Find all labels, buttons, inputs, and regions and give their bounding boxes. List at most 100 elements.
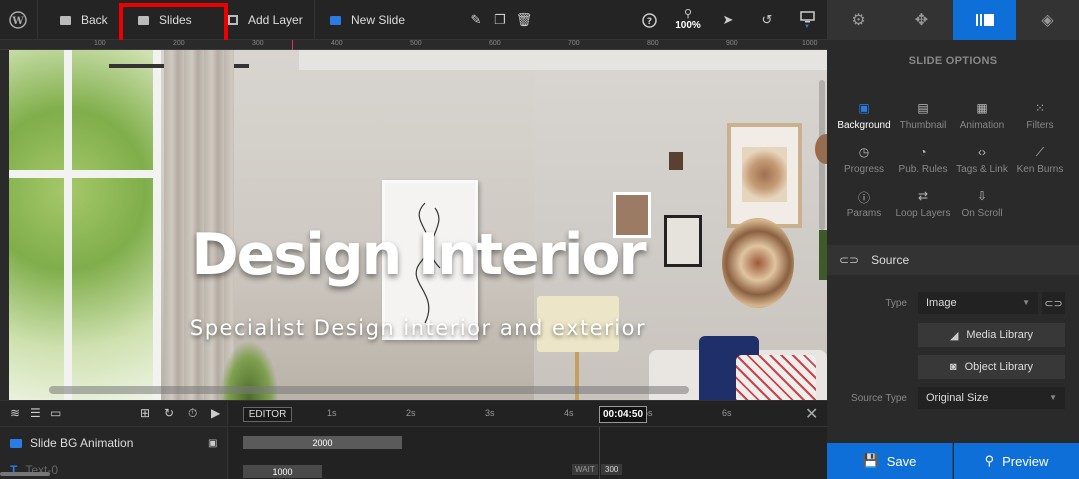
desktop-view-icon[interactable]: ▼: [798, 0, 816, 40]
close-icon[interactable]: ✕: [805, 404, 818, 424]
time-label: 1s: [327, 408, 337, 418]
clock-icon: ◔: [919, 145, 927, 159]
svg-text:W: W: [11, 16, 24, 27]
bg-animation-bar[interactable]: 2000: [243, 436, 402, 449]
link-icon: ⊂⊃: [1044, 297, 1063, 310]
panel-title: SLIDE OPTIONS: [908, 55, 998, 67]
source-type-label: Source Type: [851, 393, 907, 404]
option-params[interactable]: ⓘ Params: [834, 189, 894, 219]
option-loop-layers[interactable]: ⇄ Loop Layers: [893, 189, 953, 219]
media-icon: ◢: [949, 329, 959, 342]
editor-tag[interactable]: EDITOR: [243, 407, 292, 422]
option-progress[interactable]: ◷ Progress: [834, 145, 894, 175]
navigation-icon[interactable]: ✥: [890, 0, 953, 40]
timeline-panel: ≋ ☰ ▭ ⊞ ↻ ⏱ ▶ EDITOR 1s 2s 3s 4s 5s 6s 0…: [0, 400, 827, 479]
object-library-button[interactable]: ◙ Object Library: [918, 355, 1065, 379]
slide-options-tab-icon[interactable]: [953, 0, 1016, 40]
option-tags-link[interactable]: ‹› Tags & Link: [952, 145, 1012, 175]
text-animation-bar[interactable]: 1000: [243, 465, 322, 478]
playhead[interactable]: [599, 427, 600, 479]
undo-icon[interactable]: ↺: [758, 0, 776, 40]
ruler-tick: 1000: [802, 40, 818, 47]
option-ken-burns[interactable]: ⟋ Ken Burns: [1010, 145, 1070, 175]
vertical-ruler: [0, 50, 9, 400]
edit-pencil-icon[interactable]: ✎: [468, 0, 484, 40]
timeline-row-bg[interactable]: Slide BG Animation: [10, 436, 133, 450]
ruler-tick: 400: [331, 40, 343, 47]
slide-subtitle-layer[interactable]: Specialist Design interior and exterior: [9, 316, 827, 340]
type-select[interactable]: Image ▼: [918, 292, 1038, 314]
slide-title-layer[interactable]: Design Interior: [9, 222, 827, 288]
time-label: 2s: [406, 408, 416, 418]
back-label: Back: [81, 13, 108, 27]
camera-icon: ◙: [949, 361, 957, 373]
slide-bg-icon: [10, 438, 22, 448]
link-button[interactable]: ⊂⊃: [1042, 292, 1065, 314]
canvas-horizontal-scrollbar[interactable]: [49, 386, 689, 394]
ruler-tick: 500: [410, 40, 422, 47]
timeline-scrollbar[interactable]: [0, 472, 50, 476]
timer-icon: ◷: [858, 145, 870, 159]
slides-grid-icon: [60, 15, 71, 25]
option-on-scroll[interactable]: ⇩ On Scroll: [952, 189, 1012, 219]
type-label: Type: [885, 298, 907, 309]
add-layer-button[interactable]: Add Layer: [228, 0, 303, 40]
cursor-icon[interactable]: ➤: [720, 0, 736, 40]
timecode-display[interactable]: 00:04:50: [599, 406, 647, 423]
ruler-tick: 800: [647, 40, 659, 47]
small-frame: [669, 152, 683, 170]
wait-value[interactable]: 300: [601, 464, 623, 475]
ruler-tick: 700: [568, 40, 580, 47]
pillow: [736, 355, 816, 400]
right-panel: ⚙ ✥ ◈ SLIDE OPTIONS ▣ Background ▤ Thumbna…: [827, 0, 1079, 479]
zoom-control[interactable]: ⚲ 100%: [674, 0, 702, 40]
save-icon: 💾: [862, 453, 879, 468]
option-filters[interactable]: ⁙ Filters: [1010, 101, 1070, 131]
thumbnail-icon: ▤: [917, 101, 929, 115]
option-background[interactable]: ▣ Background: [834, 101, 894, 131]
settings-gear-icon[interactable]: ⚙: [827, 0, 890, 40]
image-icon: ▣: [208, 438, 218, 449]
search-icon: ⚲: [984, 453, 995, 468]
option-animation[interactable]: ▦ Animation: [952, 101, 1012, 131]
source-type-select[interactable]: Original Size ▼: [918, 387, 1065, 409]
back-button[interactable]: Back: [60, 0, 108, 40]
chevron-down-icon: ▼: [1049, 393, 1057, 402]
duplicate-icon[interactable]: ❐: [492, 0, 508, 40]
svg-text:?: ?: [646, 17, 651, 27]
new-slide-label: New Slide: [351, 13, 406, 27]
source-title: Source: [871, 253, 910, 267]
abstract-art-frame: [727, 123, 802, 228]
new-slide-button[interactable]: New Slide: [330, 0, 405, 40]
row-label: Slide BG Animation: [30, 436, 134, 450]
time-label: 3s: [485, 408, 495, 418]
slide-canvas[interactable]: Design Interior Specialist Design interi…: [9, 50, 827, 400]
link-icon: ⊂⊃: [839, 253, 860, 267]
code-icon: ‹›: [978, 145, 986, 159]
loop-icon[interactable]: ↻: [164, 406, 174, 420]
help-icon[interactable]: ?: [640, 0, 658, 40]
wordpress-icon[interactable]: W: [0, 0, 36, 40]
ruler-tick: 100: [94, 40, 106, 47]
option-pub-rules[interactable]: ◔ Pub. Rules: [893, 145, 953, 175]
canvas-vertical-scrollbar[interactable]: [819, 80, 825, 230]
layers-stack-icon[interactable]: ◈: [1016, 0, 1079, 40]
panel-tabs: ⚙ ✥ ◈: [827, 0, 1079, 40]
folder-icon[interactable]: ▭: [50, 406, 61, 420]
time-label: 6s: [722, 408, 732, 418]
stopwatch-icon[interactable]: ⏱: [188, 406, 197, 421]
list-icon[interactable]: ☰: [30, 406, 41, 420]
loop-icon: ⇄: [917, 189, 929, 203]
source-section-header[interactable]: ⊂⊃ Source: [827, 245, 1079, 275]
save-button[interactable]: 💾 Save: [827, 443, 953, 479]
split-icon[interactable]: ⊞: [140, 406, 150, 420]
layers-icon[interactable]: ≋: [10, 406, 20, 420]
media-library-button[interactable]: ◢ Media Library: [918, 323, 1065, 347]
delete-trash-icon[interactable]: 🗑: [516, 0, 533, 40]
filters-icon: ⁙: [1034, 101, 1046, 115]
preview-button[interactable]: ⚲ Preview: [954, 443, 1079, 479]
play-icon[interactable]: ▶: [211, 406, 220, 420]
room-ceiling: [299, 50, 827, 70]
option-thumbnail[interactable]: ▤ Thumbnail: [893, 101, 953, 131]
add-layer-label: Add Layer: [248, 13, 303, 27]
